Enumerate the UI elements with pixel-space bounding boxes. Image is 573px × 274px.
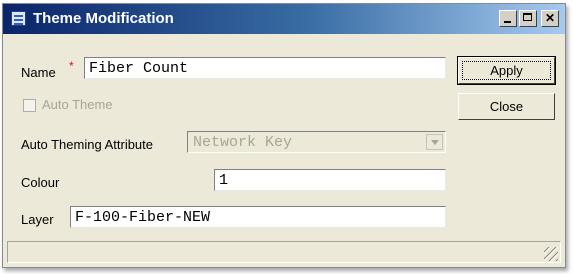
required-marker: * xyxy=(69,59,74,73)
auto-theming-attribute-value: Network Key xyxy=(193,134,293,151)
app-icon xyxy=(11,11,26,26)
maximize-button[interactable] xyxy=(519,10,537,27)
close-button-label: Close xyxy=(489,99,524,114)
title-bar[interactable]: Theme Modification ✕ xyxy=(3,4,565,34)
resize-grip-icon[interactable] xyxy=(544,247,558,261)
colour-field[interactable]: 1 xyxy=(214,169,446,191)
layer-field[interactable]: F-100-Fiber-NEW xyxy=(70,206,446,228)
window-title: Theme Modification xyxy=(33,10,174,27)
close-icon: ✕ xyxy=(544,11,556,25)
close-window-button[interactable]: ✕ xyxy=(541,10,559,27)
window-controls: ✕ xyxy=(499,10,559,27)
auto-theming-attribute-select[interactable]: Network Key xyxy=(187,131,446,153)
close-button[interactable]: Close xyxy=(458,93,555,120)
minimize-icon xyxy=(504,21,511,23)
apply-button-label: Apply xyxy=(490,63,523,78)
name-field[interactable]: Fiber Count xyxy=(84,57,446,79)
auto-theme-label: Auto Theme xyxy=(42,97,113,112)
status-bar xyxy=(7,241,561,263)
apply-button[interactable]: Apply xyxy=(457,56,556,85)
colour-label: Colour xyxy=(21,175,60,190)
name-label: Name xyxy=(21,65,56,80)
auto-theme-checkbox[interactable] xyxy=(23,99,36,112)
auto-theming-attribute-label: Auto Theming Attribute xyxy=(21,137,154,152)
theme-modification-window: Theme Modification ✕ Name * Fiber Count … xyxy=(2,3,566,268)
minimize-button[interactable] xyxy=(499,10,517,27)
layer-label: Layer xyxy=(21,212,54,227)
maximize-icon xyxy=(523,13,532,21)
chevron-down-icon[interactable] xyxy=(426,134,443,150)
